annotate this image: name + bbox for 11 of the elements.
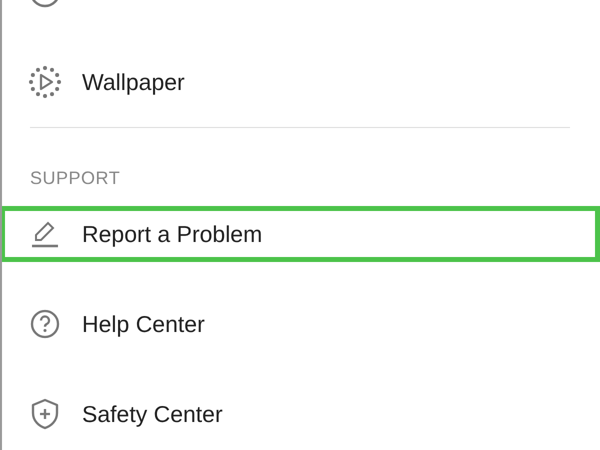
item-label: Safety Center	[82, 400, 223, 428]
item-label: Help Center	[82, 310, 205, 338]
item-label: Wallpaper	[82, 68, 185, 96]
menu-item[interactable]: Wallpaper	[2, 37, 600, 127]
section-heading: SUPPORT	[29, 167, 122, 189]
item-label: Report a Problem	[82, 220, 262, 248]
menu-item[interactable]: Help Center	[2, 279, 600, 369]
highlighted-menu-item[interactable]: Report a Problem	[2, 206, 600, 262]
help-icon	[28, 307, 62, 341]
menu-item[interactable]: Safety Center	[2, 369, 600, 450]
play-icon	[28, 65, 62, 99]
